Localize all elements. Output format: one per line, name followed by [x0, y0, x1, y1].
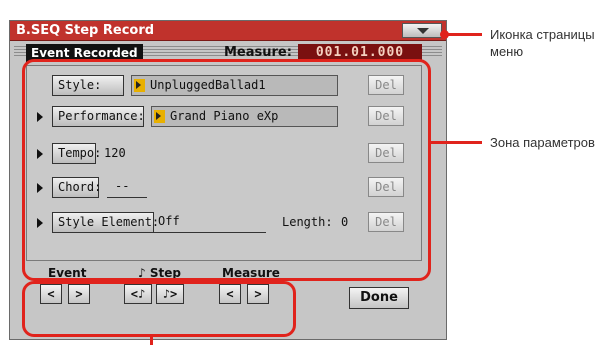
param-area-highlight [22, 59, 431, 281]
done-button[interactable]: Done [349, 287, 409, 309]
nav-callout-line [150, 336, 153, 345]
param-area-caption: Зона параметров [490, 135, 595, 150]
title-bar: B.SEQ Step Record [10, 21, 446, 41]
page-title: B.SEQ Step Record [16, 23, 155, 38]
param-callout-line [431, 141, 482, 144]
nav-area-highlight [22, 281, 296, 337]
page-menu-button[interactable] [402, 23, 442, 38]
menu-callout-line [448, 33, 482, 36]
chevron-down-icon [417, 28, 429, 34]
menu-icon-caption: Иконка страницы меню [490, 27, 595, 59]
